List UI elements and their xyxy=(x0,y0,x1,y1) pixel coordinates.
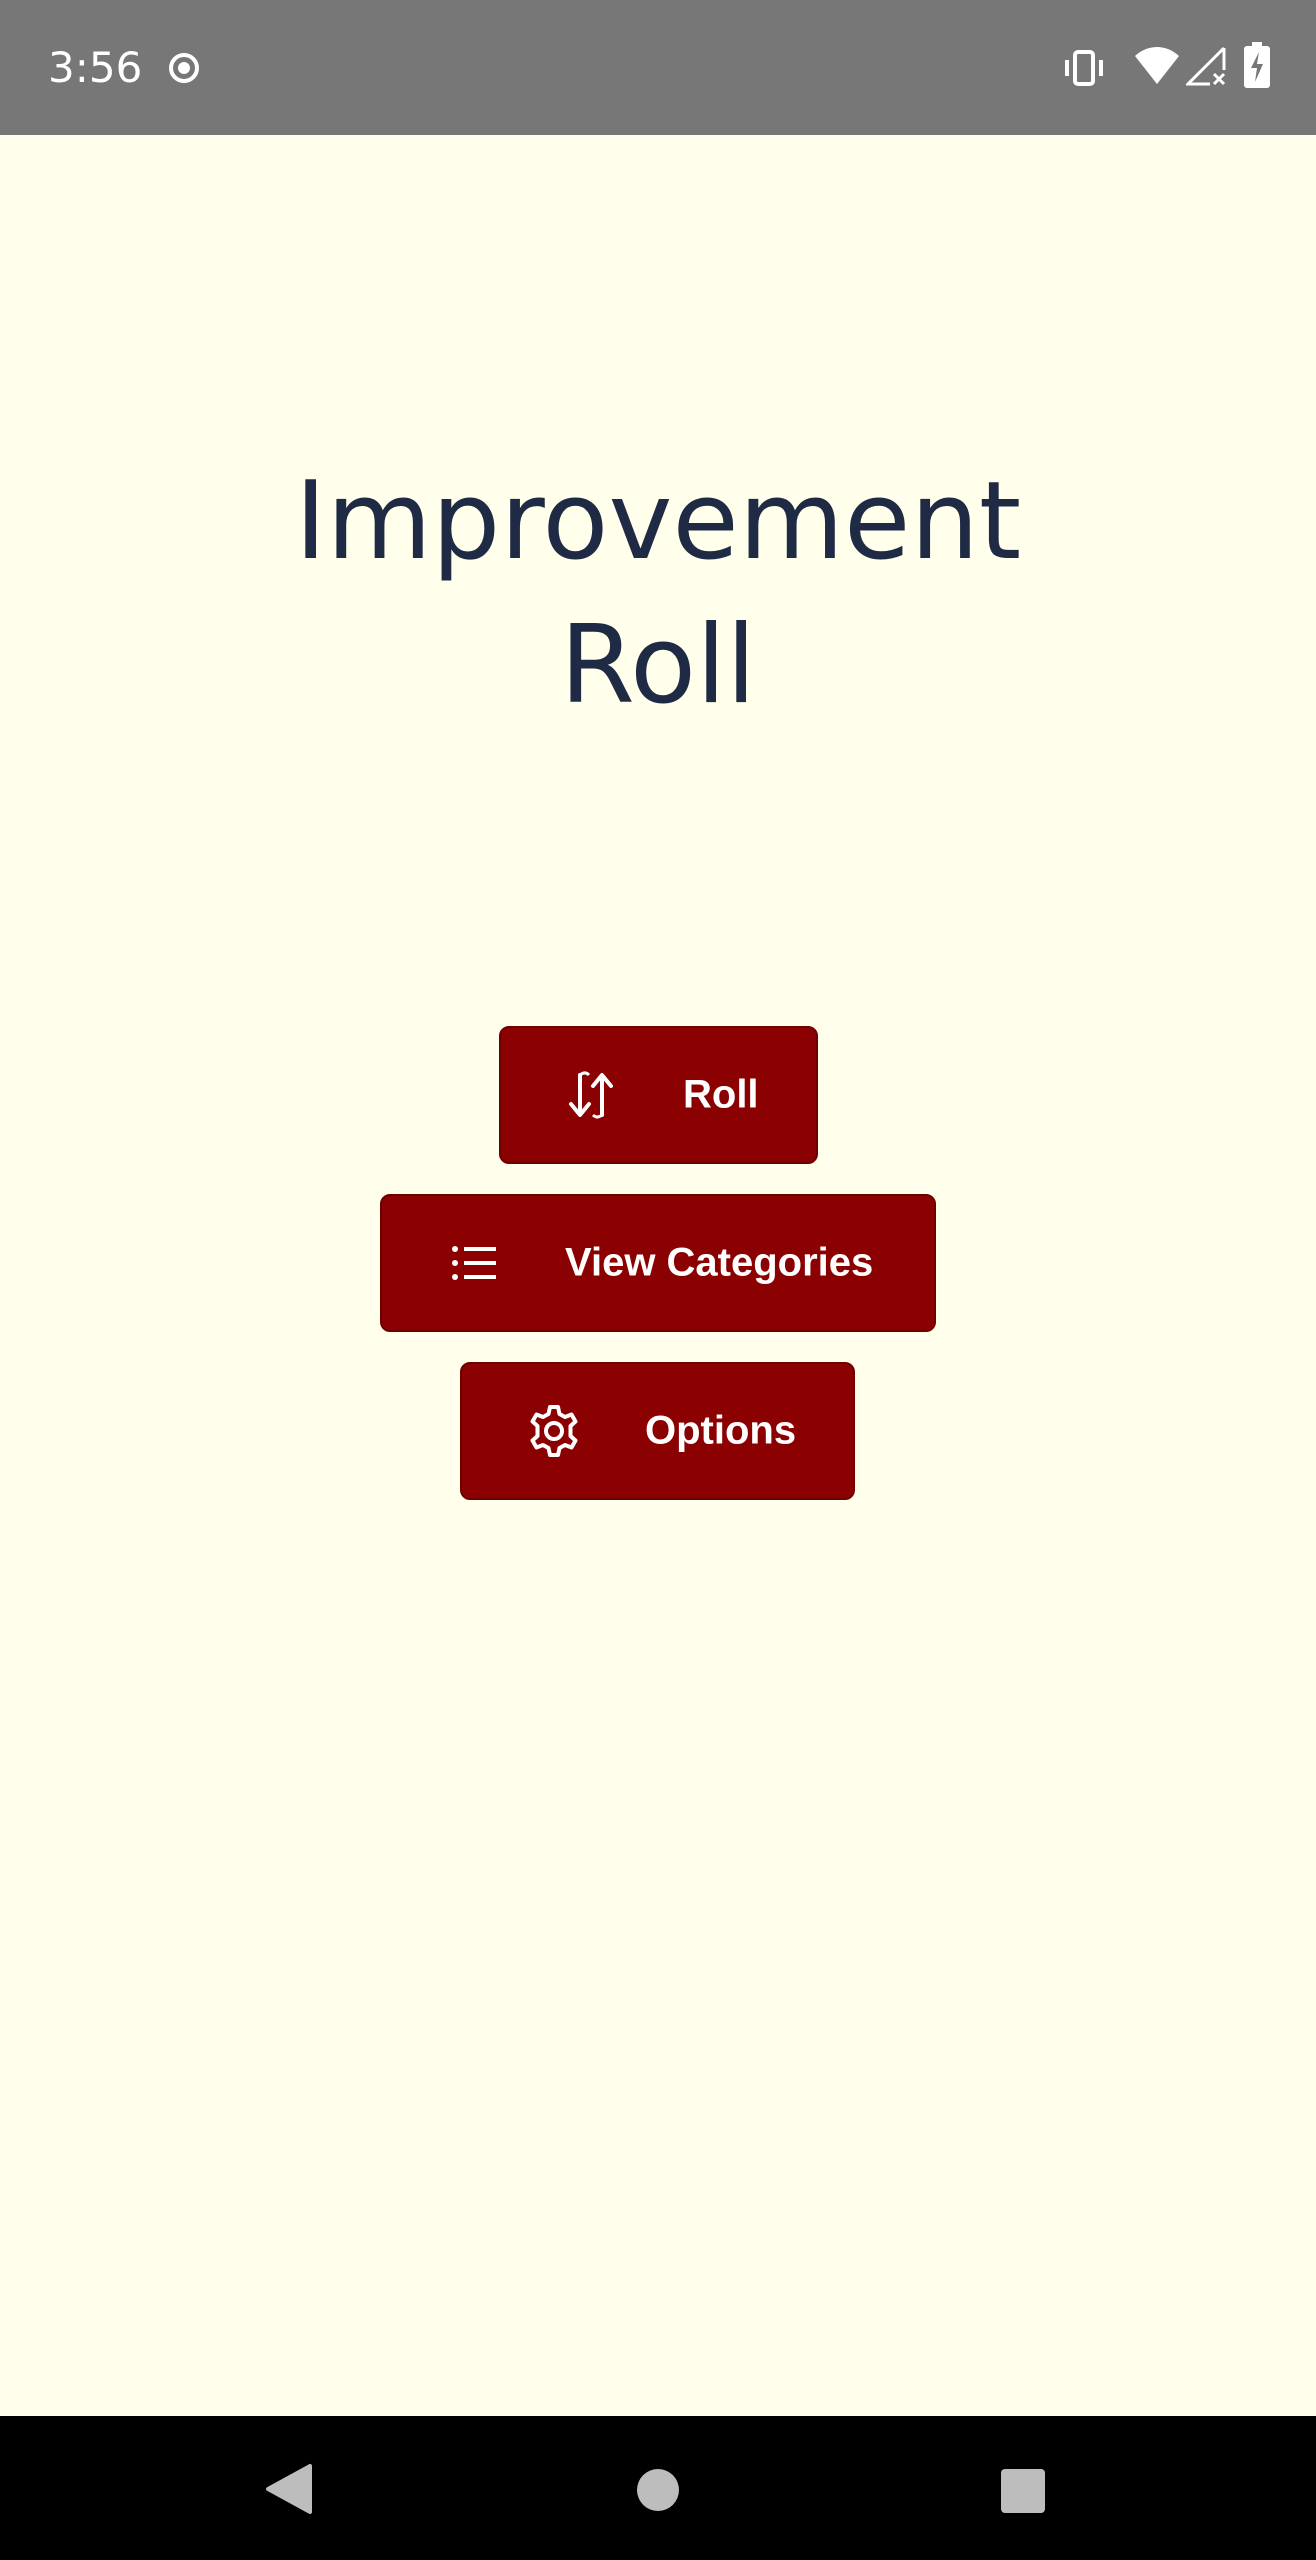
options-button[interactable]: Options xyxy=(460,1362,855,1500)
navigation-bar xyxy=(0,2416,1316,2560)
home-icon[interactable] xyxy=(636,2468,680,2512)
battery-charging-icon xyxy=(1244,42,1270,88)
recents-icon[interactable] xyxy=(1000,2468,1046,2514)
back-icon[interactable] xyxy=(264,2462,314,2516)
view-categories-button-label: View Categories xyxy=(565,1240,874,1285)
view-categories-button[interactable]: View Categories xyxy=(380,1194,936,1332)
record-icon xyxy=(169,53,199,83)
swap-vertical-icon xyxy=(569,1071,613,1119)
status-time: 3:56 xyxy=(48,43,143,92)
gear-icon xyxy=(530,1405,578,1457)
vibrate-icon xyxy=(1065,50,1103,86)
roll-button-label: Roll xyxy=(683,1072,759,1117)
app-title: Improvement Roll xyxy=(294,459,1022,728)
options-button-label: Options xyxy=(645,1408,797,1453)
signal-no-service-icon xyxy=(1186,46,1226,86)
wifi-icon xyxy=(1135,47,1179,84)
status-bar: 3:56 xyxy=(0,0,1316,135)
list-icon xyxy=(452,1246,496,1280)
roll-button[interactable]: Roll xyxy=(499,1026,818,1164)
